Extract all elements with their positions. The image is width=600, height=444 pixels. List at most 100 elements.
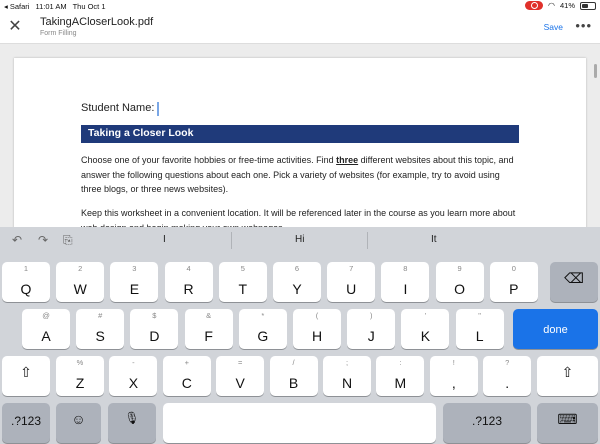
key-hint: & bbox=[206, 311, 212, 320]
undo-icon[interactable]: ↶ bbox=[12, 233, 22, 247]
dictation-key[interactable]: 🎙 bbox=[108, 403, 156, 443]
reference-paragraph: Keep this worksheet in a convenient loca… bbox=[81, 208, 516, 227]
numbers-key-left[interactable]: .?123 bbox=[2, 403, 50, 443]
student-name-label: Student Name: bbox=[81, 102, 155, 114]
space-bar[interactable] bbox=[163, 403, 436, 443]
key-q[interactable]: 1Q bbox=[2, 262, 50, 302]
shift-icon: ⇧ bbox=[20, 364, 32, 380]
prediction-2[interactable]: Hi bbox=[295, 234, 304, 245]
key-x[interactable]: -X bbox=[109, 356, 158, 396]
wifi-icon: ◠ bbox=[548, 1, 555, 10]
key-comma[interactable]: !, bbox=[429, 356, 478, 396]
on-screen-keyboard: ↶ ↷ ⎘ I Hi It 1Q2W3E4R5T6Y7U8I9O0P ⌫ @ A #… bbox=[0, 227, 600, 444]
key-hint: @ bbox=[42, 311, 50, 320]
prediction-1[interactable]: I bbox=[163, 234, 166, 245]
key-hint: 8 bbox=[403, 264, 408, 273]
key-c[interactable]: + C bbox=[162, 356, 211, 396]
key-k[interactable]: ' K bbox=[401, 309, 450, 349]
key-a[interactable]: @ A bbox=[22, 309, 70, 349]
key-hint: 9 bbox=[457, 264, 462, 273]
key-i[interactable]: 8I bbox=[381, 262, 430, 302]
key-hint: = bbox=[237, 358, 243, 367]
key-label: Q bbox=[20, 281, 32, 297]
shift-key-left[interactable]: ⇧ bbox=[2, 356, 50, 396]
paste-icon[interactable]: ⎘ bbox=[63, 233, 73, 248]
battery-icon bbox=[580, 1, 596, 10]
key-hint: ? bbox=[505, 358, 510, 367]
student-name-field[interactable] bbox=[157, 102, 159, 116]
key-o[interactable]: 9O bbox=[435, 262, 484, 302]
key-label: M bbox=[394, 375, 407, 391]
prediction-divider bbox=[367, 232, 368, 249]
key-s[interactable]: # S bbox=[76, 309, 125, 349]
key-g[interactable]: * G bbox=[238, 309, 287, 349]
key-hint: 0 bbox=[511, 264, 516, 273]
key-hint: % bbox=[76, 358, 84, 367]
status-time: 11:01 AM bbox=[35, 2, 67, 11]
document-viewer[interactable]: Student Name: Taking a Closer Look Choos… bbox=[0, 44, 600, 227]
app-header: ✕ TakingACloserLook.pdf Form Filling Sav… bbox=[0, 12, 600, 44]
key-hint: 4 bbox=[186, 264, 191, 273]
key-label: O bbox=[454, 281, 466, 297]
key-label: I bbox=[403, 281, 408, 297]
delete-key[interactable]: ⌫ bbox=[550, 262, 598, 302]
key-p[interactable]: 0P bbox=[489, 262, 538, 302]
screen-record-icon[interactable] bbox=[525, 1, 543, 10]
key-hint: + bbox=[184, 358, 189, 367]
done-label: done bbox=[543, 324, 568, 336]
key-label: . bbox=[505, 375, 510, 391]
prediction-divider bbox=[231, 232, 232, 249]
key-label: L bbox=[475, 328, 484, 344]
key-label: T bbox=[238, 281, 248, 297]
key-l[interactable]: " L bbox=[455, 309, 504, 349]
close-button[interactable]: ✕ bbox=[6, 18, 24, 36]
key-u[interactable]: 7U bbox=[327, 262, 376, 302]
done-key[interactable]: done bbox=[513, 309, 598, 349]
file-title: TakingACloserLook.pdf bbox=[40, 16, 154, 28]
key-hint: ! bbox=[452, 358, 455, 367]
back-to-app-link[interactable]: ◂ Safari bbox=[4, 2, 29, 11]
key-m[interactable]: :M bbox=[376, 356, 425, 396]
key-label: V bbox=[235, 375, 245, 391]
key-label: D bbox=[149, 328, 160, 344]
key-f[interactable]: & F bbox=[184, 309, 233, 349]
save-button[interactable]: Save bbox=[544, 22, 563, 32]
key-e[interactable]: 3E bbox=[110, 262, 159, 302]
key-b[interactable]: / B bbox=[269, 356, 318, 396]
shift-key-right[interactable]: ⇧ bbox=[537, 356, 598, 396]
key-w[interactable]: 2W bbox=[56, 262, 105, 302]
redo-icon[interactable]: ↷ bbox=[38, 233, 48, 247]
key-n[interactable]: ; N bbox=[323, 356, 371, 396]
microphone-icon: 🎙 bbox=[124, 411, 140, 425]
key-z[interactable]: % Z bbox=[56, 356, 104, 396]
key-period[interactable]: ?. bbox=[483, 356, 532, 396]
key-hint: ' bbox=[424, 311, 427, 320]
key-t[interactable]: 5T bbox=[218, 262, 267, 302]
scrollbar[interactable] bbox=[594, 64, 597, 78]
key-d[interactable]: $ D bbox=[130, 309, 179, 349]
hide-keyboard-key[interactable]: ⌨ bbox=[537, 403, 598, 443]
more-options-button[interactable]: ••• bbox=[575, 18, 592, 33]
key-j[interactable]: ) J bbox=[347, 309, 396, 349]
key-h[interactable]: (H bbox=[293, 309, 341, 349]
key-hint: $ bbox=[152, 311, 157, 320]
key-hint: / bbox=[292, 358, 295, 367]
key-label: R bbox=[183, 281, 194, 297]
key-label: Y bbox=[292, 281, 302, 297]
key-y[interactable]: 6Y bbox=[273, 262, 321, 302]
section-title: Taking a Closer Look bbox=[88, 127, 194, 139]
key-hint: # bbox=[98, 311, 103, 320]
numbers-label: .?123 bbox=[471, 414, 503, 428]
key-hint: 7 bbox=[349, 264, 354, 273]
key-hint: " bbox=[478, 311, 481, 320]
key-label: Z bbox=[75, 375, 85, 391]
key-label: P bbox=[509, 281, 519, 297]
key-hint: - bbox=[132, 358, 135, 367]
prediction-3[interactable]: It bbox=[431, 234, 437, 245]
key-r[interactable]: 4R bbox=[164, 262, 213, 302]
key-label: N bbox=[341, 375, 353, 391]
key-label: J bbox=[367, 328, 375, 344]
emoji-key[interactable]: ☺ bbox=[56, 403, 101, 443]
key-v[interactable]: = V bbox=[216, 356, 265, 396]
numbers-key-right[interactable]: .?123 bbox=[443, 403, 531, 443]
